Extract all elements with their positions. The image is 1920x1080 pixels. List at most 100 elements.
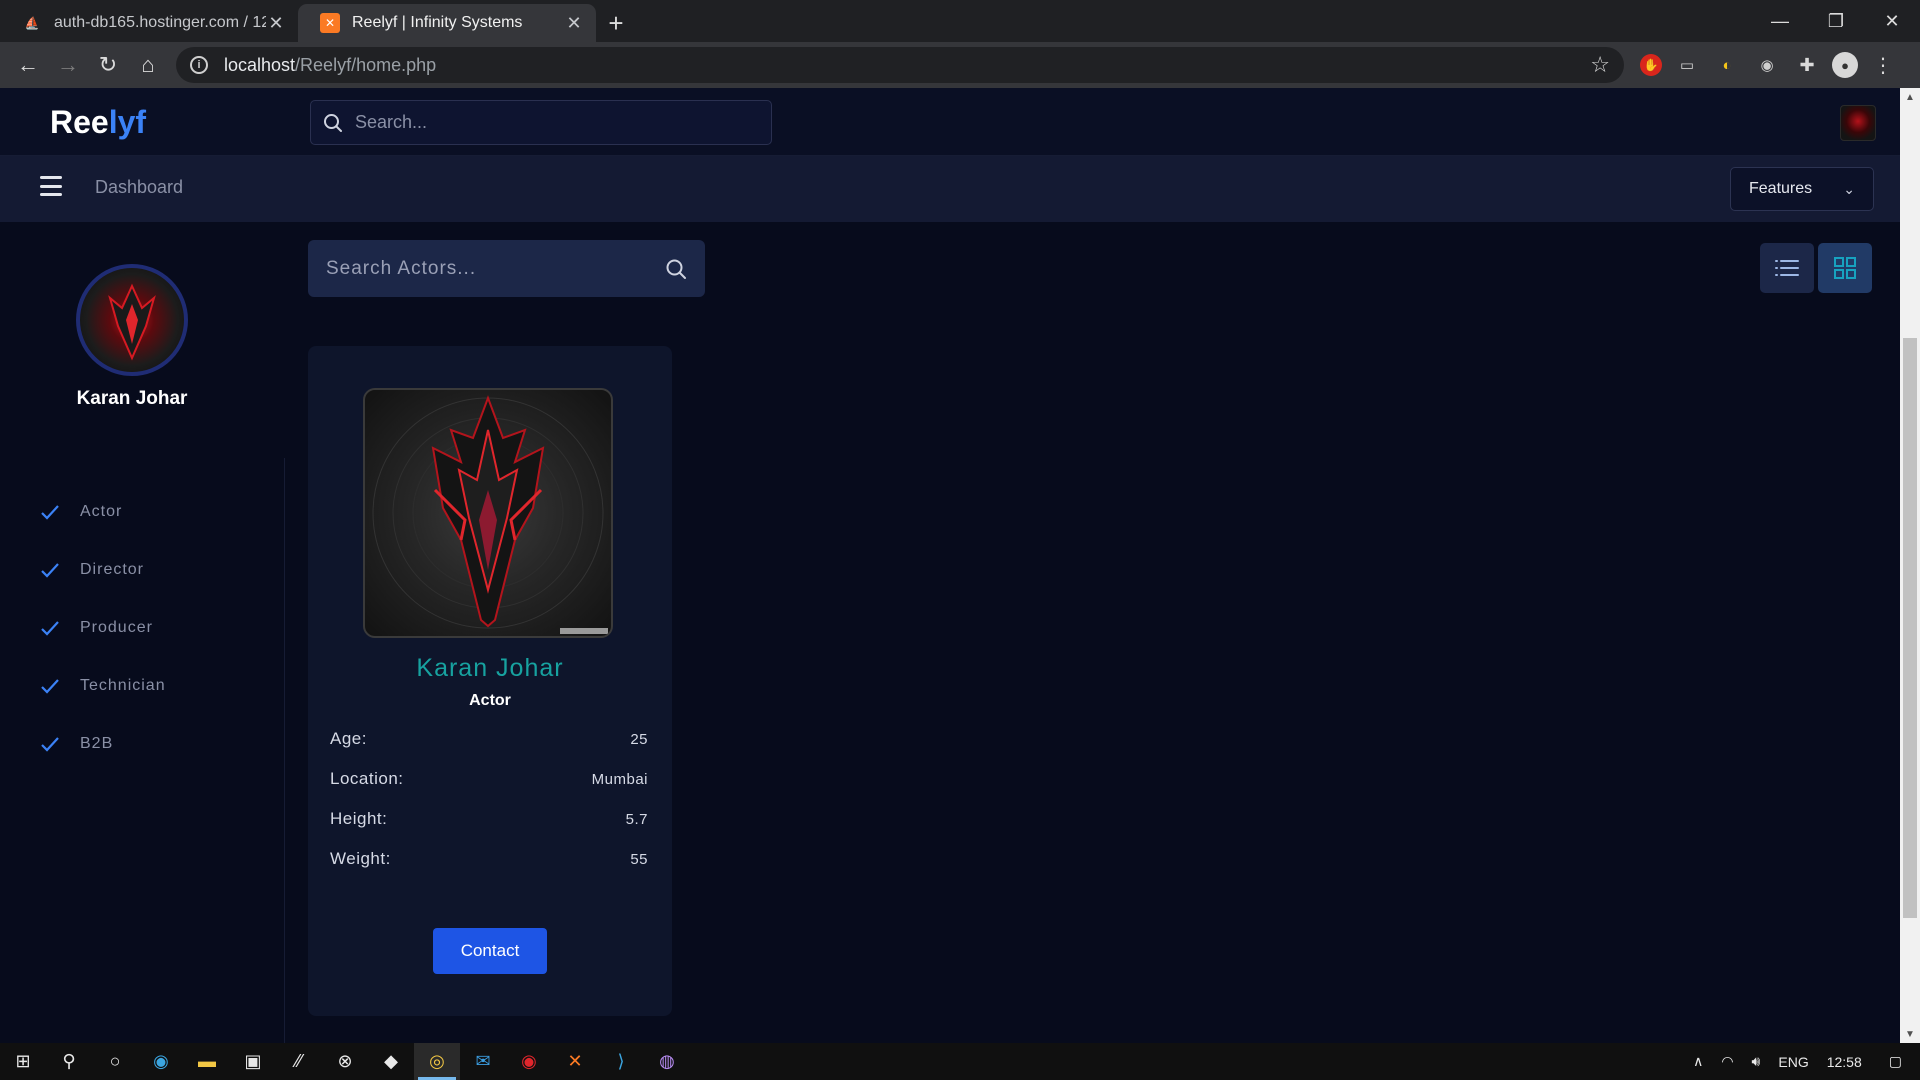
user-avatar[interactable] bbox=[1840, 105, 1876, 141]
file-explorer-icon[interactable]: ▬ bbox=[184, 1043, 230, 1080]
browser-menu-icon[interactable]: ⋮ bbox=[1868, 50, 1898, 80]
features-dropdown[interactable]: Features ⌄ bbox=[1730, 167, 1874, 211]
xbox-icon[interactable]: ⊗ bbox=[322, 1043, 368, 1080]
grid-icon bbox=[1834, 257, 1856, 279]
xampp-favicon-icon: ✕ bbox=[320, 13, 340, 33]
close-window-button[interactable]: ✕ bbox=[1864, 0, 1920, 42]
browser-tabbar: ⛵ auth-db165.hostinger.com / 127.0.0.1 |… bbox=[0, 0, 1920, 42]
sidebar-item-producer[interactable]: Producer bbox=[40, 599, 166, 657]
close-tab-icon[interactable]: ✕ bbox=[266, 13, 286, 34]
new-tab-button[interactable]: + bbox=[596, 4, 636, 42]
system-tray: ∧ ◠ 🔊︎ ENG 12:58 ▢ bbox=[1684, 1043, 1920, 1080]
extension-cast-icon[interactable]: ▭ bbox=[1672, 50, 1702, 80]
actor-photo[interactable] bbox=[363, 388, 613, 638]
sidebar-item-director[interactable]: Director bbox=[40, 541, 166, 599]
contact-button[interactable]: Contact bbox=[433, 928, 547, 974]
mail-icon[interactable]: ✉ bbox=[460, 1043, 506, 1080]
sidebar-item-label: B2B bbox=[80, 735, 114, 752]
scroll-up-arrow-icon[interactable]: ▲ bbox=[1900, 88, 1920, 106]
minimize-button[interactable]: — bbox=[1752, 0, 1808, 42]
check-icon bbox=[41, 737, 59, 752]
grid-view-button[interactable] bbox=[1818, 243, 1872, 293]
site-header: Reelyf bbox=[0, 88, 1900, 156]
wifi-icon[interactable]: ◠ bbox=[1712, 1053, 1742, 1070]
tray-chevron-up-icon[interactable]: ∧ bbox=[1684, 1053, 1712, 1070]
stat-row-height: Height: 5.7 bbox=[330, 809, 648, 829]
tab-title: auth-db165.hostinger.com / 127.0.0.1 | p… bbox=[54, 14, 266, 31]
profile-name: Karan Johar bbox=[76, 388, 188, 409]
edge-icon[interactable]: ◉ bbox=[138, 1043, 184, 1080]
stat-row-weight: Weight: 55 bbox=[330, 849, 648, 869]
site-info-icon[interactable]: i bbox=[190, 56, 208, 74]
windows-start-icon[interactable]: ⊞ bbox=[0, 1043, 46, 1080]
forward-button[interactable]: → bbox=[48, 45, 88, 85]
bookmark-star-icon[interactable]: ☆ bbox=[1590, 52, 1610, 78]
stat-label: Age: bbox=[330, 729, 367, 748]
actor-search-input[interactable] bbox=[326, 257, 665, 280]
extensions-puzzle-icon[interactable]: ✚ bbox=[1792, 50, 1822, 80]
pen-app-icon[interactable]: ⁄⁄ bbox=[276, 1043, 322, 1080]
store-icon[interactable]: ▣ bbox=[230, 1043, 276, 1080]
stat-value: 5.7 bbox=[625, 810, 648, 828]
vscode-icon[interactable]: ⟩ bbox=[598, 1043, 644, 1080]
list-view-button[interactable] bbox=[1760, 243, 1814, 293]
sidebar-item-label: Producer bbox=[80, 619, 153, 636]
clock[interactable]: 12:58 bbox=[1818, 1054, 1871, 1070]
global-search-input[interactable] bbox=[355, 112, 735, 133]
tab-reelyf[interactable]: ✕ Reelyf | Infinity Systems ✕ bbox=[298, 4, 596, 42]
check-icon bbox=[41, 563, 59, 578]
extension-colors-icon[interactable]: ◐ bbox=[1712, 50, 1742, 80]
github-desktop-icon[interactable]: ◍ bbox=[644, 1043, 690, 1080]
address-bar[interactable]: i localhost/Reelyf/home.php ☆ bbox=[176, 47, 1624, 83]
close-tab-icon[interactable]: ✕ bbox=[564, 13, 584, 34]
cortana-icon[interactable]: ○ bbox=[92, 1043, 138, 1080]
search-icon[interactable]: ⚲ bbox=[46, 1043, 92, 1080]
search-icon[interactable] bbox=[665, 258, 687, 280]
red-app-icon[interactable]: ◉ bbox=[506, 1043, 552, 1080]
search-icon bbox=[324, 113, 342, 132]
stat-value: Mumbai bbox=[591, 770, 648, 788]
breadcrumb-dashboard[interactable]: Dashboard bbox=[95, 177, 183, 198]
global-search[interactable] bbox=[310, 100, 772, 145]
cube-app-icon[interactable]: ◆ bbox=[368, 1043, 414, 1080]
sidebar-item-label: Technician bbox=[80, 677, 166, 694]
home-button[interactable]: ⌂ bbox=[128, 45, 168, 85]
tab-phpmyadmin[interactable]: ⛵ auth-db165.hostinger.com / 127.0.0.1 |… bbox=[0, 4, 298, 42]
chevron-down-icon: ⌄ bbox=[1843, 180, 1855, 197]
profile-avatar-icon[interactable]: ● bbox=[1832, 52, 1858, 78]
stat-label: Weight: bbox=[330, 849, 391, 868]
sidebar-item-actor[interactable]: Actor bbox=[40, 483, 166, 541]
back-button[interactable]: ← bbox=[8, 45, 48, 85]
site-logo[interactable]: Reelyf bbox=[50, 104, 146, 141]
check-icon bbox=[41, 621, 59, 636]
extension-red-icon[interactable]: ✋ bbox=[1640, 54, 1662, 76]
scroll-down-arrow-icon[interactable]: ▼ bbox=[1900, 1025, 1920, 1043]
volume-icon[interactable]: 🔊︎ bbox=[1743, 1053, 1770, 1070]
sidebar-item-label: Actor bbox=[80, 503, 123, 520]
url-text: localhost/Reelyf/home.php bbox=[224, 54, 437, 75]
sidebar-item-b2b[interactable]: B2B bbox=[40, 715, 166, 773]
chrome-icon[interactable]: ◎ bbox=[414, 1043, 460, 1080]
notifications-icon[interactable]: ▢ bbox=[1871, 1053, 1920, 1070]
sidebar-item-label: Director bbox=[80, 561, 145, 578]
profile-avatar[interactable] bbox=[76, 264, 188, 376]
actor-search[interactable] bbox=[308, 240, 705, 297]
stat-label: Location: bbox=[330, 769, 404, 788]
check-icon bbox=[41, 679, 59, 694]
xampp-icon[interactable]: ✕ bbox=[552, 1043, 598, 1080]
page-viewport: Reelyf Dashboard Features ⌄ Karan Johar … bbox=[0, 88, 1900, 1043]
restore-button[interactable]: ❐ bbox=[1808, 0, 1864, 42]
actor-name[interactable]: Karan Johar bbox=[308, 654, 672, 683]
windows-taskbar: ⊞ ⚲ ○ ◉ ▬ ▣ ⁄⁄ ⊗ ◆ ◎ ✉ ◉ ✕ ⟩ ◍ ∧ ◠ 🔊︎ EN… bbox=[0, 1043, 1920, 1080]
sidebar-menu: Actor Director Producer Technician B2B bbox=[40, 483, 166, 773]
reload-button[interactable]: ↻ bbox=[88, 45, 128, 85]
scrollbar-thumb[interactable] bbox=[1903, 338, 1917, 918]
extension-mask-icon[interactable]: ◉ bbox=[1752, 50, 1782, 80]
features-label: Features bbox=[1749, 180, 1813, 197]
page-scrollbar[interactable]: ▲ ▼ bbox=[1900, 88, 1920, 1043]
hamburger-menu-icon[interactable] bbox=[40, 176, 62, 196]
stat-label: Height: bbox=[330, 809, 388, 828]
language-indicator[interactable]: ENG bbox=[1769, 1054, 1817, 1070]
sidebar-item-technician[interactable]: Technician bbox=[40, 657, 166, 715]
stat-row-age: Age: 25 bbox=[330, 729, 648, 749]
